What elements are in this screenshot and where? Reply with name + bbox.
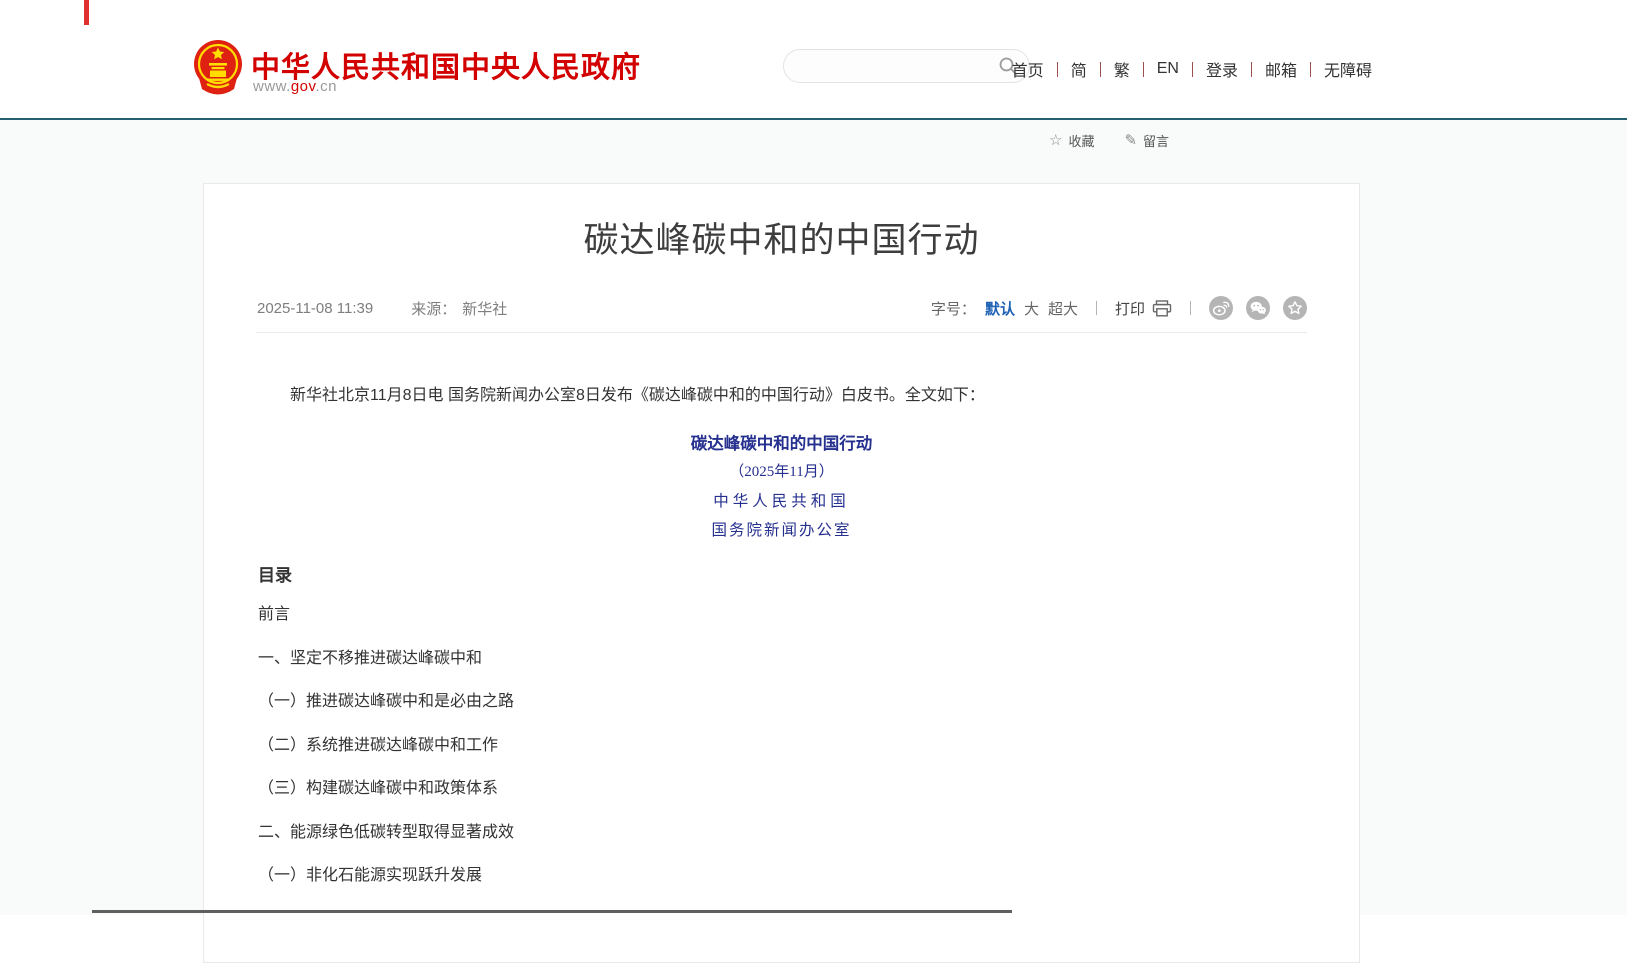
nav-item-simplified[interactable]: 简 [1058,57,1100,81]
meta-separator [1096,301,1097,315]
publish-date: 2025-11-08 11:39 [257,300,373,317]
document-issuer-office: 国务院新闻办公室 [204,518,1359,540]
toc-item-preface: 前言 [258,604,514,626]
favorite-share-icon[interactable] [1283,296,1307,320]
article-meta-left: 2025-11-08 11:39 来源： 新华社 [257,298,507,319]
toc-item-section1-3: （三）构建碳达峰碳中和政策体系 [258,778,514,800]
printer-icon [1152,300,1172,317]
document-issuer-country: 中华人民共和国 [204,489,1359,511]
nav-item-accessibility[interactable]: 无障碍 [1311,57,1372,81]
national-emblem-logo[interactable] [191,38,245,96]
favorite-button[interactable]: ☆ 收藏 [1049,131,1094,150]
page-actions: ☆ 收藏 ✎ 留言 [1049,131,1169,150]
nav-item-english[interactable]: EN [1144,60,1192,78]
lead-paragraph: 新华社北京11月8日电 国务院新闻办公室8日发布《碳达峰碳中和的中国行动》白皮书… [258,384,1198,408]
toc-item-section1: 一、坚定不移推进碳达峰碳中和 [258,648,514,670]
toc-heading: 目录 [258,561,292,586]
print-button[interactable]: 打印 [1115,298,1172,319]
font-size-option-xlarge[interactable]: 超大 [1048,298,1078,319]
star-icon: ☆ [1049,133,1062,148]
toc-item-section2-1: （一）非化石能源实现跃升发展 [258,865,514,887]
weibo-share-icon[interactable] [1209,296,1233,320]
top-nav: 首页 简 繁 EN 登录 邮箱 无障碍 [1012,57,1372,81]
document-date: （2025年11月） [204,460,1359,481]
nav-item-home[interactable]: 首页 [1012,57,1057,81]
wechat-share-icon[interactable] [1246,296,1270,320]
nav-item-login[interactable]: 登录 [1193,57,1251,81]
favorite-label: 收藏 [1068,131,1094,150]
print-label: 打印 [1115,298,1145,319]
font-size-label: 字号： [931,298,976,319]
comment-button[interactable]: ✎ 留言 [1124,131,1169,150]
toc-item-section2: 二、能源绿色低碳转型取得显著成效 [258,822,514,844]
font-size-option-default[interactable]: 默认 [985,298,1015,319]
source-name: 新华社 [462,298,507,319]
article-card: 碳达峰碳中和的中国行动 2025-11-08 11:39 来源： 新华社 字号：… [203,183,1360,963]
font-size-option-large[interactable]: 大 [1024,298,1039,319]
source-label: 来源： [411,298,456,319]
table-of-contents: 前言 一、坚定不移推进碳达峰碳中和 （一）推进碳达峰碳中和是必由之路 （二）系统… [258,604,514,909]
site-url: www.gov.cn [253,78,337,95]
article-meta-row: 2025-11-08 11:39 来源： 新华社 字号： 默认 大 超大 打印 [257,294,1307,322]
meta-separator [1190,301,1191,315]
nav-item-mail[interactable]: 邮箱 [1252,57,1310,81]
toc-item-section1-1: （一）推进碳达峰碳中和是必由之路 [258,691,514,713]
article-meta-right: 字号： 默认 大 超大 打印 [931,296,1307,320]
toc-item-section1-2: （二）系统推进碳达峰碳中和工作 [258,735,514,757]
share-icons [1209,296,1307,320]
screen-edge-artifact [84,0,89,25]
page-bottom-divider [92,910,1012,913]
page-title: 碳达峰碳中和的中国行动 [204,220,1359,262]
nav-item-traditional[interactable]: 繁 [1101,57,1143,81]
search-box [783,49,1030,83]
comment-label: 留言 [1143,131,1169,150]
pencil-icon: ✎ [1124,133,1137,148]
document-title: 碳达峰碳中和的中国行动 [204,430,1359,454]
meta-divider [256,332,1307,333]
search-input[interactable] [802,58,997,74]
